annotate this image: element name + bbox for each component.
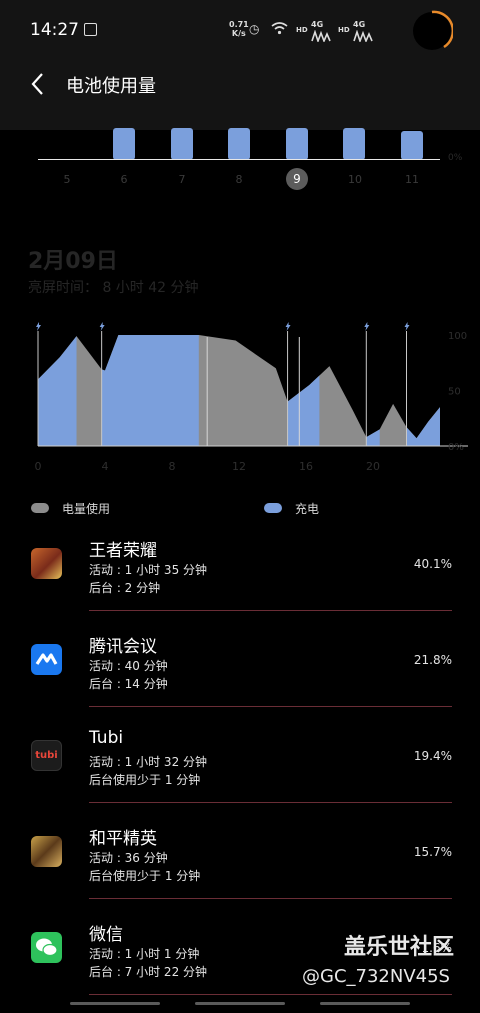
x-tick-label: 4 [102,460,109,473]
charge-bolt-icon [404,322,410,331]
row-divider [89,898,452,899]
app-active-time: 活动 : 1 小时 1 分钟 [89,947,200,961]
legend-usage-label: 电量使用 [62,502,111,516]
usage-area [38,335,440,446]
signal-icon [311,27,333,46]
app-row-tencent-meeting[interactable]: 腾讯会议 活动 : 40 分钟 后台 : 14 分钟 21.8% [0,629,480,725]
app-percent: 19.4% [413,749,452,763]
top-tick[interactable]: 5 [57,173,77,186]
day-bar-10[interactable] [343,128,365,160]
gallery-icon [84,23,97,36]
top-tick[interactable]: 8 [229,173,249,186]
screen-on-time: 亮屏时间： 8 小时 42 分钟 [28,280,199,296]
tubi-icon: tubi [31,740,62,771]
signal-icon [353,27,375,46]
x-tick-label: 12 [232,460,246,473]
selected-day[interactable]: 9 [286,168,308,190]
app-row-peace-elite[interactable]: 和平精英 活动 : 36 分钟 后台使用少于 1 分钟 15.7% [0,821,480,917]
hd-badge: HD [296,26,308,34]
top-tick[interactable]: 11 [402,173,422,186]
battery-level-chart[interactable]: 0 4 8 12 16 20 100 50 0% [28,315,480,475]
top-tick[interactable]: 6 [114,173,134,186]
app-name: Tubi [89,728,124,748]
watermark-user: @GC_732NV45S [302,966,450,987]
charge-bolt-icon [364,322,370,331]
tubi-icon-text: tubi [35,750,58,761]
row-divider [89,802,452,803]
charge-bolt-icon [36,322,41,331]
charging-area [38,335,77,446]
x-tick-label: 8 [169,460,176,473]
app-background-time: 后台使用少于 1 分钟 [89,773,201,787]
app-name: 腾讯会议 [89,637,157,657]
app-background-time: 后台 : 14 分钟 [89,677,168,691]
legend-charge-swatch [264,503,282,513]
nav-pill [320,1002,410,1005]
alarm-icon: ◷ [249,22,260,36]
app-name: 微信 [89,925,123,945]
status-time: 14:27 [30,20,79,40]
x-tick-label: 20 [366,460,380,473]
day-bar-6[interactable] [113,128,135,160]
app-percent: 15.7% [413,845,452,859]
hd-badge: HD [338,26,350,34]
nav-pill [70,1002,160,1005]
top-zero-label: 0% [448,153,463,163]
app-active-time: 活动 : 36 分钟 [89,851,168,865]
x-tick-label: 16 [299,460,313,473]
app-percent: 40.1% [413,557,452,571]
charge-bolt-icon [285,322,291,331]
net-speed-value: 0.71 [229,20,249,29]
charging-area [366,335,380,446]
honor-of-kings-icon [31,548,62,579]
app-active-time: 活动 : 1 小时 35 分钟 [89,563,208,577]
row-divider [89,610,452,611]
legend-usage-swatch [31,503,49,513]
wifi-icon [271,22,288,38]
x-tick-label: 0 [35,460,42,473]
net-speed: 0.71 K/s [229,20,249,38]
back-arrow-icon[interactable] [28,70,48,98]
row-divider [89,994,452,995]
row-divider [89,706,452,707]
tencent-meeting-icon [31,644,62,675]
app-percent: 21.8% [413,653,452,667]
wechat-icon [31,932,62,963]
day-date: 2月09日 [28,249,118,274]
y-tick-label: 100 [448,331,467,342]
battery-ring-icon [413,10,453,50]
y-tick-label: 0% [448,442,464,453]
charge-bolt-icon [99,322,105,331]
peace-elite-icon [31,836,62,867]
watermark-site: 盖乐世社区 [344,935,455,960]
legend-charge-label: 充电 [295,502,320,516]
app-row-honor-of-kings[interactable]: 王者荣耀 活动 : 1 小时 35 分钟 后台 : 2 分钟 40.1% [0,533,480,629]
app-background-time: 后台使用少于 1 分钟 [89,869,201,883]
nav-pill [195,1002,285,1005]
top-tick[interactable]: 7 [172,173,192,186]
charging-area [101,335,199,446]
app-background-time: 后台 : 2 分钟 [89,581,161,595]
top-axis-line [38,159,440,160]
app-row-tubi[interactable]: tubi Tubi 活动 : 1 小时 32 分钟 后台使用少于 1 分钟 19… [0,725,480,821]
app-name: 和平精英 [89,829,157,849]
app-name: 王者荣耀 [89,541,157,561]
day-bar-7[interactable] [171,128,193,160]
top-tick[interactable]: 10 [345,173,365,186]
charging-area [287,335,320,446]
y-tick-label: 50 [448,387,461,398]
daily-bars-chart[interactable] [38,128,440,160]
day-bar-9[interactable] [286,128,308,160]
net-speed-unit: K/s [231,29,246,38]
day-bar-11[interactable] [401,131,423,160]
app-background-time: 后台 : 7 小时 22 分钟 [89,965,208,979]
app-active-time: 活动 : 40 分钟 [89,659,168,673]
charging-area [406,335,440,446]
day-bar-8[interactable] [228,128,250,160]
app-active-time: 活动 : 1 小时 32 分钟 [89,755,208,769]
page-title: 电池使用量 [66,76,156,97]
